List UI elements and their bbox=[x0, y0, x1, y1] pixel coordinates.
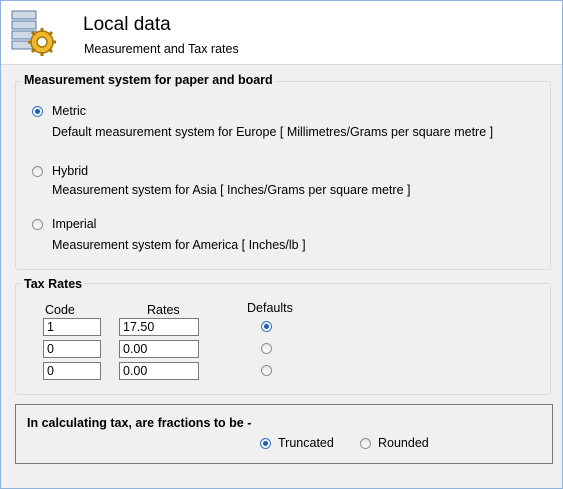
local-data-window: Local data Measurement and Tax rates Mea… bbox=[0, 0, 563, 489]
defaults-column-header: Defaults bbox=[247, 301, 293, 315]
hybrid-label[interactable]: Hybrid bbox=[52, 164, 88, 178]
header-title: Local data bbox=[83, 14, 171, 35]
tax-rate-field-3[interactable] bbox=[119, 362, 199, 380]
tax-fraction-panel bbox=[15, 404, 553, 464]
tax-rates-group-title: Tax Rates bbox=[22, 277, 85, 291]
tax-code-field-3[interactable] bbox=[43, 362, 101, 380]
hybrid-radio[interactable] bbox=[32, 166, 43, 177]
metric-description: Default measurement system for Europe [ … bbox=[52, 125, 494, 139]
header-subtitle: Measurement and Tax rates bbox=[84, 42, 239, 56]
hybrid-description: Measurement system for Asia [ Inches/Gra… bbox=[52, 183, 411, 197]
measurement-group-title: Measurement system for paper and board bbox=[22, 73, 275, 87]
tax-default-radio-3[interactable] bbox=[261, 365, 272, 376]
metric-radio[interactable] bbox=[32, 106, 43, 117]
tax-default-radio-1[interactable] bbox=[261, 321, 272, 332]
tax-rate-field-2[interactable] bbox=[119, 340, 199, 358]
truncated-radio[interactable] bbox=[260, 438, 271, 449]
header: Local data Measurement and Tax rates bbox=[1, 1, 562, 65]
imperial-label[interactable]: Imperial bbox=[52, 217, 96, 231]
tax-default-radio-2[interactable] bbox=[261, 343, 272, 354]
metric-label[interactable]: Metric bbox=[52, 104, 86, 118]
tax-code-field-1[interactable] bbox=[43, 318, 101, 336]
truncated-label[interactable]: Truncated bbox=[278, 436, 334, 450]
tax-rate-field-1[interactable] bbox=[119, 318, 199, 336]
imperial-description: Measurement system for America [ Inches/… bbox=[52, 238, 306, 252]
rounded-radio[interactable] bbox=[360, 438, 371, 449]
rates-column-header: Rates bbox=[147, 303, 180, 317]
tax-code-field-2[interactable] bbox=[43, 340, 101, 358]
code-column-header: Code bbox=[45, 303, 75, 317]
tax-fraction-question: In calculating tax, are fractions to be … bbox=[27, 416, 252, 430]
rounded-label[interactable]: Rounded bbox=[378, 436, 429, 450]
imperial-radio[interactable] bbox=[32, 219, 43, 230]
database-gear-icon bbox=[11, 10, 56, 56]
